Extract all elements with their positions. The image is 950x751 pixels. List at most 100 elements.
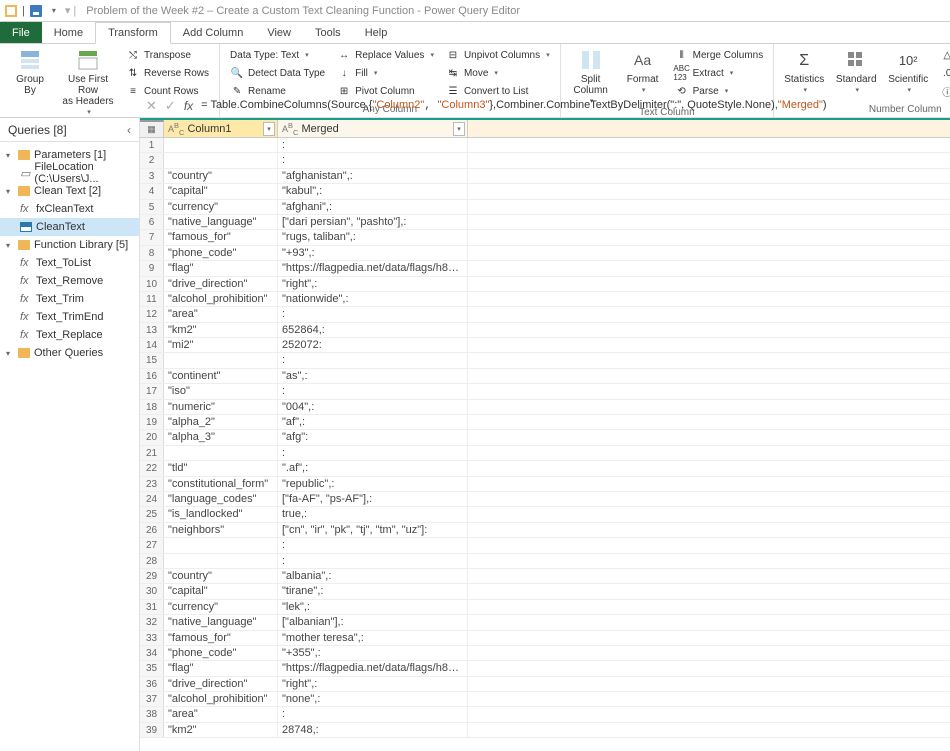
column-header-column1[interactable]: ABC Column1 ▾ [164, 120, 278, 137]
row-number[interactable]: 24 [140, 492, 164, 506]
cell-col2[interactable]: : [278, 153, 468, 167]
row-number[interactable]: 27 [140, 538, 164, 552]
table-row[interactable]: 21: [140, 446, 950, 461]
cell-col1[interactable] [164, 138, 278, 152]
rounding-button[interactable]: .0Rounding [936, 64, 950, 82]
cell-col2[interactable]: 652864,: [278, 323, 468, 337]
column-header-merged[interactable]: ABC Merged ▾ [278, 120, 468, 137]
row-number[interactable]: 31 [140, 600, 164, 614]
cell-col1[interactable]: "currency" [164, 200, 278, 214]
cell-col1[interactable]: "is_landlocked" [164, 507, 278, 521]
cell-col1[interactable]: "numeric" [164, 400, 278, 414]
cell-col1[interactable]: "iso" [164, 384, 278, 398]
filter-col2-icon[interactable]: ▾ [453, 122, 465, 136]
replace-values-button[interactable]: ↔Replace Values [333, 46, 438, 64]
table-row[interactable]: 13"km2"652864,: [140, 323, 950, 338]
table-row[interactable]: 31"currency""lek",: [140, 600, 950, 615]
expand-icon[interactable]: ▾ [6, 187, 14, 196]
cell-col1[interactable]: "native_language" [164, 615, 278, 629]
tab-view[interactable]: View [255, 22, 303, 43]
cell-col1[interactable]: "area" [164, 707, 278, 721]
row-number[interactable]: 37 [140, 692, 164, 706]
row-number[interactable]: 17 [140, 384, 164, 398]
cell-col1[interactable] [164, 538, 278, 552]
row-number[interactable]: 20 [140, 430, 164, 444]
row-number[interactable]: 3 [140, 169, 164, 183]
row-number[interactable]: 13 [140, 323, 164, 337]
cell-col2[interactable]: : [278, 138, 468, 152]
table-row[interactable]: 15: [140, 353, 950, 368]
tree-item[interactable]: fxText_Replace [0, 326, 139, 344]
table-row[interactable]: 37"alcohol_prohibition""none",: [140, 692, 950, 707]
cell-col1[interactable]: "constitutional_form" [164, 477, 278, 491]
table-row[interactable]: 36"drive_direction""right",: [140, 677, 950, 692]
extract-button[interactable]: ABC123Extract [671, 64, 768, 82]
table-row[interactable]: 35"flag""https://flagpedia.net/data/flag… [140, 661, 950, 676]
data-type-button[interactable]: Data Type: Text [226, 46, 329, 64]
table-row[interactable]: 30"capital""tirane",: [140, 584, 950, 599]
row-number[interactable]: 33 [140, 631, 164, 645]
table-row[interactable]: 34"phone_code""+355",: [140, 646, 950, 661]
cell-col2[interactable]: "tirane",: [278, 584, 468, 598]
row-number[interactable]: 25 [140, 507, 164, 521]
table-row[interactable]: 12"area": [140, 307, 950, 322]
cell-col2[interactable]: "https://flagpedia.net/data/flags/h80/af… [278, 261, 468, 275]
fill-button[interactable]: ↓Fill [333, 64, 438, 82]
formula-accept-icon[interactable]: ✓ [165, 98, 176, 114]
reverse-rows-button[interactable]: ⇅Reverse Rows [122, 64, 213, 82]
cell-col2[interactable]: 28748,: [278, 723, 468, 737]
tree-item[interactable]: fxText_ToList [0, 254, 139, 272]
statistics-button[interactable]: ΣStatistics [780, 46, 828, 96]
cell-col2[interactable]: "+93",: [278, 246, 468, 260]
tab-file[interactable]: File [0, 22, 42, 43]
row-number[interactable]: 16 [140, 369, 164, 383]
table-row[interactable]: 3"country""afghanistan",: [140, 169, 950, 184]
cell-col2[interactable]: true,: [278, 507, 468, 521]
queries-tree[interactable]: ▾Parameters [1]▭FileLocation (C:\Users\J… [0, 142, 139, 751]
cell-col2[interactable]: ["dari persian", "pashto"],: [278, 215, 468, 229]
table-row[interactable]: 22"tld"".af",: [140, 461, 950, 476]
cell-col1[interactable]: "continent" [164, 369, 278, 383]
row-number[interactable]: 29 [140, 569, 164, 583]
row-number[interactable]: 5 [140, 200, 164, 214]
format-button[interactable]: Aa Format [619, 46, 667, 96]
cell-col1[interactable]: "alpha_3" [164, 430, 278, 444]
cell-col1[interactable]: "native_language" [164, 215, 278, 229]
cell-col2[interactable]: "mother teresa",: [278, 631, 468, 645]
tree-item[interactable]: fxText_Remove [0, 272, 139, 290]
row-number[interactable]: 19 [140, 415, 164, 429]
tree-group[interactable]: ▾Other Queries [0, 344, 139, 362]
row-number[interactable]: 4 [140, 184, 164, 198]
tree-item[interactable]: fxText_Trim [0, 290, 139, 308]
table-row[interactable]: 2: [140, 153, 950, 168]
expand-icon[interactable]: ▾ [6, 151, 14, 160]
cell-col2[interactable]: "https://flagpedia.net/data/flags/h80/al… [278, 661, 468, 675]
cell-col2[interactable]: : [278, 707, 468, 721]
cell-col2[interactable]: : [278, 446, 468, 460]
cell-col1[interactable]: "alpha_2" [164, 415, 278, 429]
fx-icon[interactable]: fx [184, 99, 193, 113]
row-number[interactable]: 9 [140, 261, 164, 275]
table-row[interactable]: 38"area": [140, 707, 950, 722]
table-row[interactable]: 28: [140, 554, 950, 569]
tab-add-column[interactable]: Add Column [171, 22, 256, 43]
cell-col1[interactable]: "alcohol_prohibition" [164, 292, 278, 306]
row-number[interactable]: 23 [140, 477, 164, 491]
cell-col2[interactable]: "+355",: [278, 646, 468, 660]
grid-body[interactable]: 1:2:3"country""afghanistan",:4"capital""… [140, 138, 950, 738]
cell-col1[interactable]: "country" [164, 169, 278, 183]
unpivot-button[interactable]: ⊟Unpivot Columns [442, 46, 554, 64]
tree-item[interactable]: fxfxCleanText [0, 200, 139, 218]
cell-col1[interactable]: "area" [164, 307, 278, 321]
cell-col2[interactable]: "afghanistan",: [278, 169, 468, 183]
cell-col1[interactable]: "capital" [164, 184, 278, 198]
table-row[interactable]: 4"capital""kabul",: [140, 184, 950, 199]
row-number[interactable]: 32 [140, 615, 164, 629]
cell-col1[interactable]: "currency" [164, 600, 278, 614]
cell-col2[interactable]: "004",: [278, 400, 468, 414]
cell-col1[interactable]: "flag" [164, 661, 278, 675]
table-row[interactable]: 14"mi2"252072: [140, 338, 950, 353]
tab-help[interactable]: Help [353, 22, 400, 43]
table-row[interactable]: 39"km2"28748,: [140, 723, 950, 738]
cell-col1[interactable] [164, 353, 278, 367]
